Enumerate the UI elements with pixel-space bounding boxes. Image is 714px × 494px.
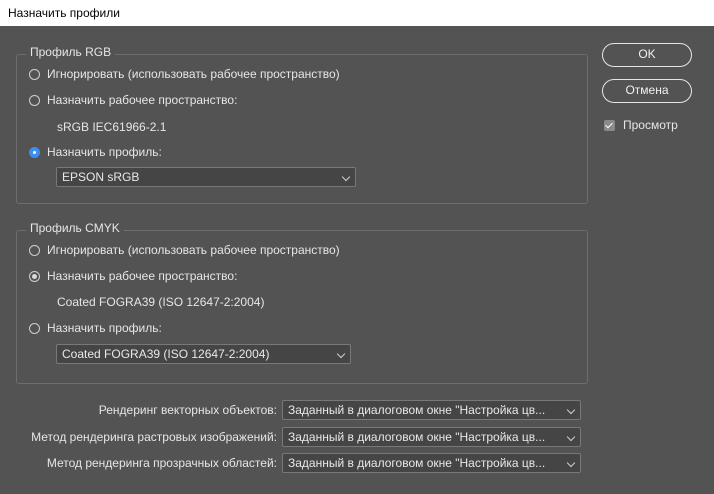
rgb-assign-label: Назначить профиль: <box>47 145 162 159</box>
cmyk-working-label: Назначить рабочее пространство: <box>47 269 238 283</box>
cmyk-assign-option[interactable]: Назначить профиль: <box>29 320 162 336</box>
raster-rendering-value: Заданный в диалоговом окне "Настройка цв… <box>288 430 546 444</box>
rgb-profile-select[interactable]: EPSON sRGB <box>56 167 356 187</box>
rgb-assign-radio[interactable] <box>29 146 40 158</box>
vector-rendering-value: Заданный в диалоговом окне "Настройка цв… <box>288 403 546 417</box>
cmyk-working-option[interactable]: Назначить рабочее пространство: <box>29 268 237 284</box>
transparent-rendering-select[interactable]: Заданный в диалоговом окне "Настройка цв… <box>282 453 581 473</box>
transparent-rendering-label: Метод рендеринга прозрачных областей: <box>46 456 277 470</box>
rgb-profile-select-value: EPSON sRGB <box>62 170 140 184</box>
cmyk-ignore-radio[interactable] <box>29 244 40 256</box>
preview-checkbox[interactable] <box>604 119 615 131</box>
cmyk-profile-select-value: Coated FOGRA39 (ISO 12647-2:2004) <box>62 347 270 361</box>
preview-label: Просмотр <box>623 118 678 132</box>
cancel-button[interactable]: Отмена <box>602 79 692 103</box>
vector-rendering-select[interactable]: Заданный в диалоговом окне "Настройка цв… <box>282 400 581 420</box>
rgb-group-legend: Профиль RGB <box>26 45 116 59</box>
window-title: Назначить профили <box>8 6 120 20</box>
rgb-assign-option[interactable]: Назначить профиль: <box>29 144 162 160</box>
raster-rendering-label: Метод рендеринга растровых изображений: <box>31 430 277 444</box>
rgb-working-radio[interactable] <box>29 94 40 106</box>
cmyk-ignore-option[interactable]: Игнорировать (использовать рабочее прост… <box>29 242 340 258</box>
raster-rendering-select[interactable]: Заданный в диалоговом окне "Настройка цв… <box>282 427 581 447</box>
rgb-ignore-radio[interactable] <box>29 68 40 80</box>
cmyk-working-space-value: Coated FOGRA39 (ISO 12647-2:2004) <box>57 295 265 309</box>
vector-rendering-label: Рендеринг векторных объектов: <box>98 403 277 417</box>
preview-option[interactable]: Просмотр <box>604 118 678 132</box>
transparent-rendering-value: Заданный в диалоговом окне "Настройка цв… <box>288 456 546 470</box>
ok-button[interactable]: OK <box>602 43 692 67</box>
cmyk-ignore-label: Игнорировать (использовать рабочее прост… <box>47 243 340 257</box>
cmyk-working-radio[interactable] <box>29 270 40 282</box>
cmyk-assign-radio[interactable] <box>29 322 40 334</box>
rgb-working-option[interactable]: Назначить рабочее пространство: <box>29 92 237 108</box>
rgb-working-label: Назначить рабочее пространство: <box>47 93 238 107</box>
cmyk-group-legend: Профиль CMYK <box>26 221 124 235</box>
title-bar: Назначить профили <box>0 0 714 26</box>
rgb-working-space-value: sRGB IEC61966-2.1 <box>57 120 167 134</box>
rgb-ignore-label: Игнорировать (использовать рабочее прост… <box>47 67 340 81</box>
rgb-ignore-option[interactable]: Игнорировать (использовать рабочее прост… <box>29 66 340 82</box>
cmyk-profile-select[interactable]: Coated FOGRA39 (ISO 12647-2:2004) <box>56 344 351 364</box>
cmyk-assign-label: Назначить профиль: <box>47 321 162 335</box>
